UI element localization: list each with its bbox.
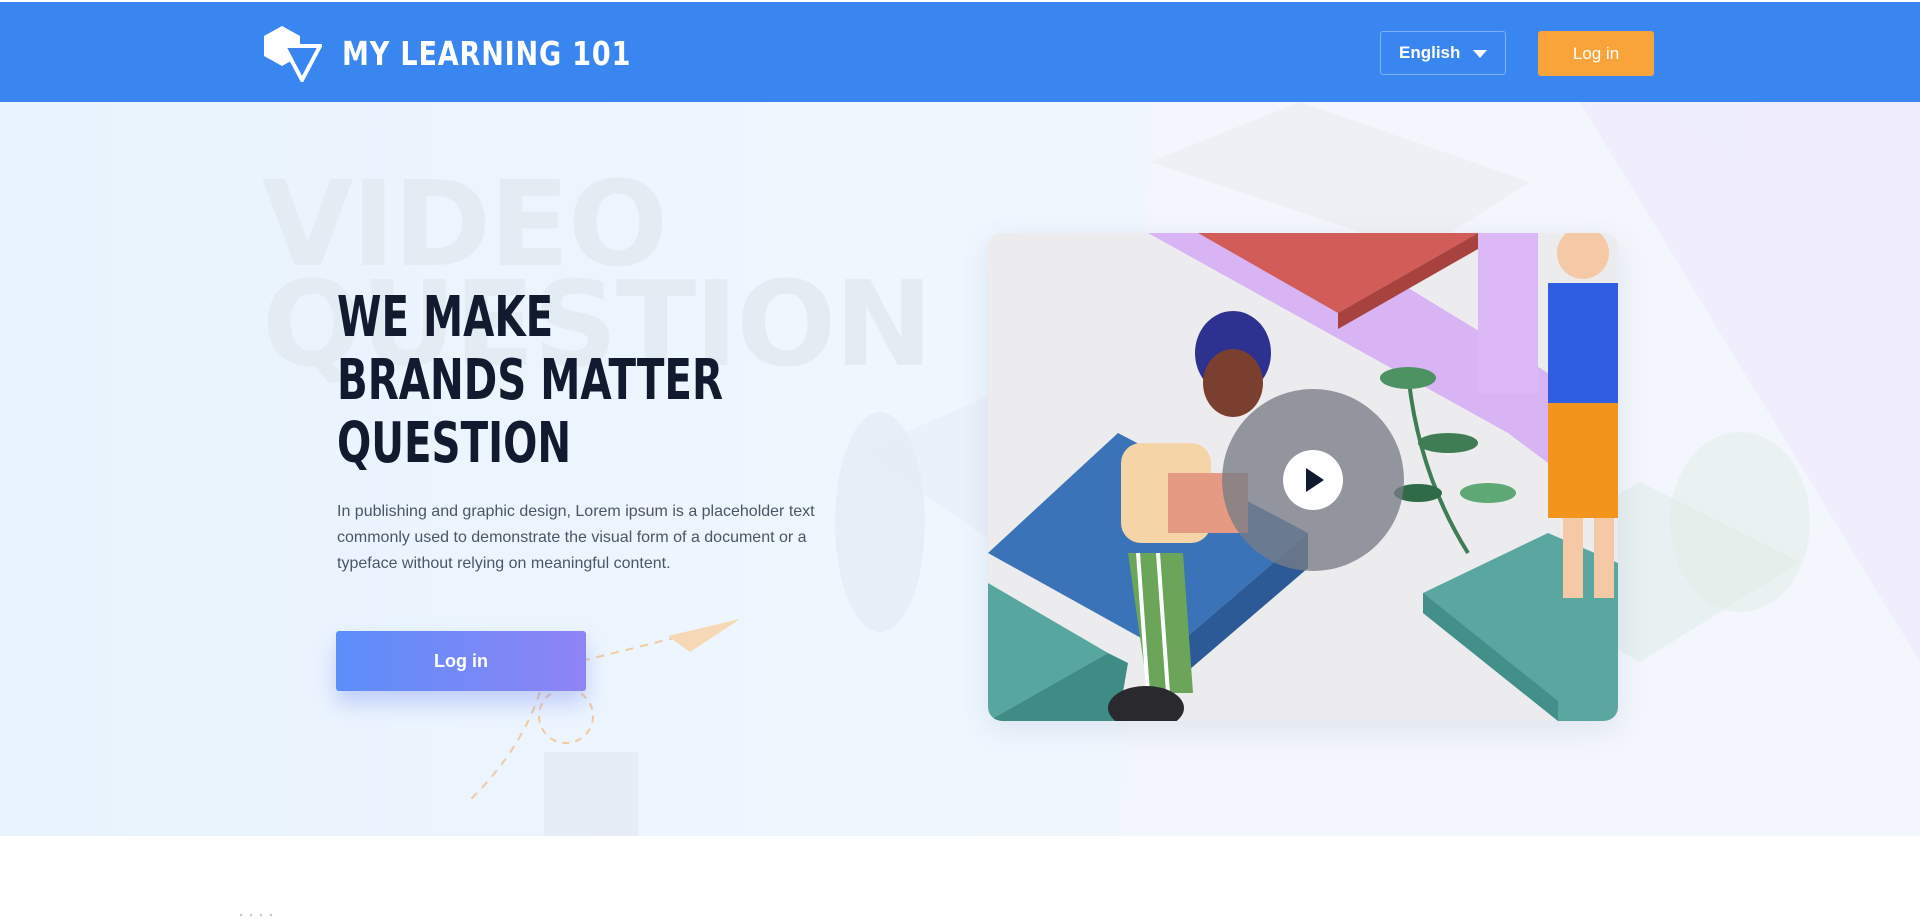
hero-description: In publishing and graphic design, Lorem … bbox=[337, 503, 815, 572]
video-play-overlay[interactable] bbox=[1222, 389, 1404, 571]
language-selector[interactable]: English bbox=[1380, 31, 1506, 75]
brand-name: MY LEARNING 101 bbox=[342, 33, 632, 73]
decorative-dots bbox=[239, 913, 273, 917]
brand-logo[interactable]: MY LEARNING 101 bbox=[262, 24, 695, 82]
header-login-button[interactable]: Log in bbox=[1538, 31, 1654, 76]
headline-line-1: WE MAKE bbox=[337, 285, 554, 350]
caret-down-icon bbox=[1473, 50, 1487, 58]
play-icon bbox=[1306, 468, 1324, 492]
video-player[interactable] bbox=[988, 233, 1618, 721]
hero-section: VIDEO QUESTION WE MAKE BRANDS MATTER QUE… bbox=[0, 102, 1920, 836]
play-button[interactable] bbox=[1283, 450, 1343, 510]
logo-icon bbox=[264, 26, 322, 82]
hero-login-button[interactable]: Log in bbox=[336, 631, 586, 691]
hero-headline: WE MAKE BRANDS MATTER QUESTION bbox=[337, 286, 723, 475]
language-label: English bbox=[1399, 43, 1461, 62]
headline-line-3: QUESTION bbox=[337, 411, 572, 476]
top-navigation-bar: MY LEARNING 101 English Log in bbox=[0, 0, 1920, 102]
headline-line-2: BRANDS MATTER bbox=[337, 348, 723, 413]
